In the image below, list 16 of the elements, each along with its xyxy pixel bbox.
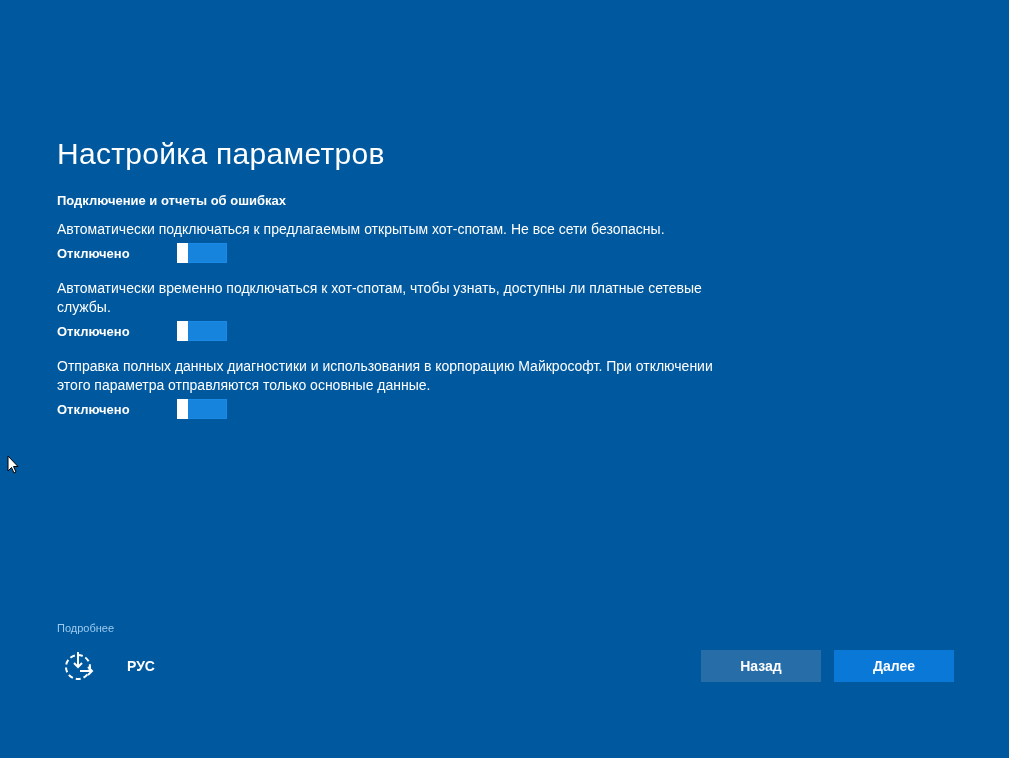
toggle-switch[interactable] [177,243,227,263]
section-heading: Подключение и отчеты об ошибках [57,193,287,208]
mouse-pointer-icon [7,455,19,474]
toggle-switch[interactable] [177,399,227,419]
next-button[interactable]: Далее [834,650,954,682]
toggle-state-label: Отключено [57,245,131,261]
toggle-state-label: Отключено [57,323,131,339]
learn-more-link[interactable]: Подробнее [57,622,115,634]
setting-description: Отправка полных данных диагностики и использования в корпорацию Майкрософт. При отключении этого параметра отправляются только основные данные. [57,357,714,395]
language-indicator[interactable]: РУС [127,658,155,674]
page-title: Настройка параметров [57,137,386,171]
back-button[interactable]: Назад [701,650,821,682]
setting-description: Автоматически подключаться к предлагаемым открытым хот-спотам. Не все сети безопасны. [57,220,666,239]
toggle-state-label: Отключено [57,401,131,417]
toggle-switch[interactable] [177,321,227,341]
setting-description: Автоматически временно подключаться к хот-спотам, чтобы узнать, доступны ли платные сетевые службы. [57,279,703,317]
